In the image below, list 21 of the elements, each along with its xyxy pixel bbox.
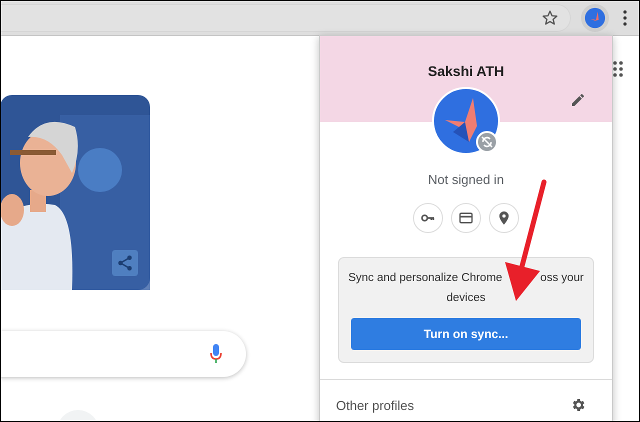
- sign-in-status: Not signed in: [428, 172, 504, 187]
- credit-card-icon: [458, 210, 474, 226]
- profile-avatar: [431, 86, 501, 156]
- turn-on-sync-button[interactable]: Turn on sync...: [351, 318, 581, 350]
- other-profiles-label: Other profiles: [336, 398, 414, 412]
- bookmark-star-icon[interactable]: [541, 9, 559, 27]
- sync-description: Sync and personalize Chrome: [348, 271, 502, 286]
- pencil-icon[interactable]: [570, 92, 586, 108]
- share-icon: [116, 254, 134, 272]
- payment-methods-button[interactable]: [451, 203, 481, 233]
- addresses-button[interactable]: [489, 203, 519, 233]
- share-button[interactable]: [112, 250, 138, 276]
- settings-icon[interactable]: [570, 397, 586, 413]
- sync-description: devices: [446, 291, 486, 306]
- search-field[interactable]: [1, 331, 246, 377]
- profile-avatar-button[interactable]: [581, 4, 609, 32]
- microphone-icon[interactable]: [210, 344, 222, 364]
- passwords-button[interactable]: [413, 203, 443, 233]
- profile-name: Sakshi ATH: [428, 63, 504, 79]
- sync-description: oss your: [540, 271, 584, 286]
- menu-icon[interactable]: [623, 10, 627, 26]
